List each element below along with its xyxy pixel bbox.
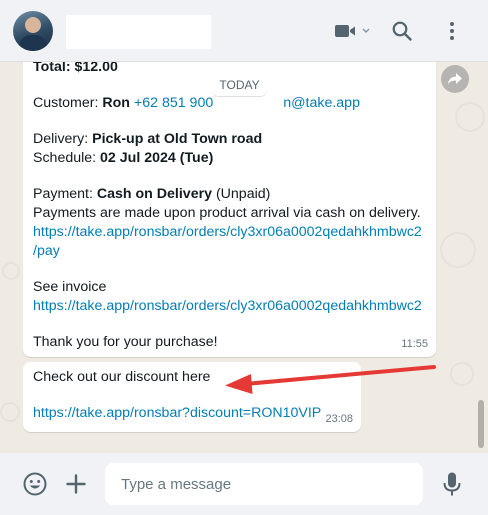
customer-phone-link[interactable]: +62 851 900 <box>134 95 213 111</box>
customer-line: Customer: Ron +62 851 900 n@take.app <box>33 95 360 111</box>
plus-icon <box>66 474 86 494</box>
contact-name[interactable] <box>66 15 211 49</box>
search-icon <box>392 21 412 41</box>
mic-icon <box>443 472 461 496</box>
attach-button[interactable] <box>62 470 90 498</box>
obscured-region <box>213 96 284 111</box>
forward-button[interactable] <box>441 65 469 93</box>
menu-icon <box>450 22 454 40</box>
discount-link[interactable]: https://take.app/ronsbar?discount=RON10V… <box>33 404 351 423</box>
chat-header <box>0 0 488 62</box>
chevron-down-icon <box>362 28 370 33</box>
background-doodle <box>440 232 476 268</box>
avatar[interactable] <box>13 11 53 51</box>
emoji-button[interactable] <box>21 470 49 498</box>
forward-icon <box>448 73 462 85</box>
background-doodle <box>2 262 20 280</box>
message-input[interactable] <box>105 463 423 505</box>
emoji-icon <box>23 472 47 496</box>
message-time: 11:55 <box>401 338 428 350</box>
invoice-label: See invoice <box>33 279 107 295</box>
scrollbar-thumb[interactable] <box>478 400 484 448</box>
annotation-arrow <box>225 365 436 394</box>
video-call-icon <box>335 25 370 37</box>
search-button[interactable] <box>389 18 415 44</box>
payment-line: Payment: Cash on Delivery (Unpaid) <box>33 186 271 202</box>
schedule-line: Schedule: 02 Jul 2024 (Tue) <box>33 150 214 166</box>
message-time: 23:08 <box>325 413 353 425</box>
menu-button[interactable] <box>440 18 464 44</box>
chat-area[interactable]: TODAY Total: $12.00 Customer: Ron +62 85… <box>0 62 488 453</box>
avatar-body <box>19 35 47 51</box>
background-doodle <box>450 362 474 386</box>
invoice-link[interactable]: https://take.app/ronsbar/orders/cly3xr06… <box>33 297 426 316</box>
date-separator: TODAY <box>212 74 267 96</box>
pay-link-continued[interactable]: /pay <box>33 242 426 261</box>
pay-link[interactable]: https://take.app/ronsbar/orders/cly3xr06… <box>33 223 426 242</box>
message-composer <box>0 453 488 515</box>
customer-email-link[interactable]: n@take.app <box>283 95 360 111</box>
delivery-line: Delivery: Pick-up at Old Town road <box>33 131 263 147</box>
thanks-text: Thank you for your purchase! <box>33 334 218 350</box>
voice-message-button[interactable] <box>438 470 466 498</box>
customer-name: Ron <box>102 95 130 111</box>
video-call-button[interactable] <box>333 18 373 44</box>
message-bubble[interactable]: Total: $12.00 Customer: Ron +62 851 900 n… <box>23 62 436 357</box>
avatar-face <box>25 17 41 33</box>
background-doodle <box>0 402 20 422</box>
payment-note: Payments are made upon product arrival v… <box>33 205 421 221</box>
background-doodle <box>455 102 485 132</box>
